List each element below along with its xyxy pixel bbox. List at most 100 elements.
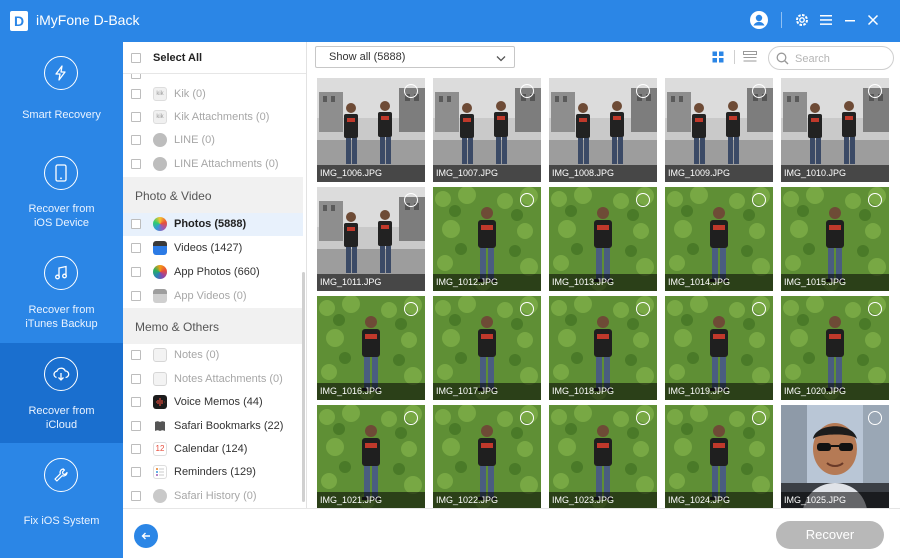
- category-row-videos[interactable]: Videos (1427): [123, 237, 303, 260]
- select-circle-icon[interactable]: [868, 302, 882, 316]
- photo-thumbnail[interactable]: IMG_1009.JPG: [665, 78, 773, 182]
- photo-thumbnail[interactable]: IMG_1021.JPG: [317, 405, 425, 508]
- category-row-app-videos[interactable]: App Videos (0): [123, 285, 303, 308]
- category-checkbox[interactable]: [131, 291, 141, 301]
- select-circle-icon[interactable]: [868, 411, 882, 425]
- category-row-notes[interactable]: Notes (0): [123, 344, 303, 367]
- category-row-kik[interactable]: kik Kik (0): [123, 83, 303, 106]
- photo-thumbnail[interactable]: IMG_1006.JPG: [317, 78, 425, 182]
- select-circle-icon[interactable]: [520, 302, 534, 316]
- photo-thumbnail[interactable]: IMG_1019.JPG: [665, 296, 773, 400]
- category-label: LINE Attachments (0): [174, 158, 279, 170]
- minimize-icon[interactable]: [839, 9, 861, 31]
- select-circle-icon[interactable]: [752, 411, 766, 425]
- chevron-down-icon: [496, 53, 506, 65]
- photo-thumbnail[interactable]: IMG_1015.JPG: [781, 187, 889, 291]
- category-checkbox[interactable]: [131, 374, 141, 384]
- photo-thumbnail[interactable]: IMG_1008.JPG: [549, 78, 657, 182]
- select-circle-icon[interactable]: [636, 193, 650, 207]
- photo-thumbnail[interactable]: IMG_1025.JPG: [781, 405, 889, 508]
- category-row-voice-memos[interactable]: Voice Memos (44): [123, 391, 303, 414]
- photo-thumbnail[interactable]: IMG_1023.JPG: [549, 405, 657, 508]
- select-circle-icon[interactable]: [868, 193, 882, 207]
- nav-fix-ios-system[interactable]: Fix iOS System: [0, 444, 123, 544]
- category-checkbox[interactable]: [131, 135, 141, 145]
- photo-thumbnail[interactable]: IMG_1017.JPG: [433, 296, 541, 400]
- select-circle-icon[interactable]: [404, 411, 418, 425]
- category-scrollbar[interactable]: [302, 272, 305, 502]
- category-checkbox[interactable]: [131, 491, 141, 501]
- list-view-icon[interactable]: [743, 51, 757, 66]
- photo-thumbnail[interactable]: IMG_1011.JPG: [317, 187, 425, 291]
- select-circle-icon[interactable]: [752, 193, 766, 207]
- select-circle-icon[interactable]: [520, 84, 534, 98]
- account-icon[interactable]: [748, 9, 770, 31]
- phone-icon: [44, 156, 78, 190]
- category-checkbox[interactable]: [131, 219, 141, 229]
- filter-dropdown[interactable]: Show all (5888): [315, 46, 515, 68]
- photo-thumbnail[interactable]: IMG_1007.JPG: [433, 78, 541, 182]
- category-row-calendar[interactable]: 12 Calendar (124): [123, 438, 303, 461]
- category-checkbox[interactable]: [131, 89, 141, 99]
- grid-view-icon[interactable]: [712, 51, 724, 66]
- category-row-app-photos[interactable]: App Photos (660): [123, 261, 303, 284]
- nav-label-text: Recover from iTunes Backup: [25, 304, 98, 330]
- select-circle-icon[interactable]: [520, 193, 534, 207]
- select-circle-icon[interactable]: [752, 84, 766, 98]
- settings-gear-icon[interactable]: [791, 9, 813, 31]
- category-checkbox[interactable]: [131, 350, 141, 360]
- search-box[interactable]: [768, 46, 894, 70]
- category-checkbox[interactable]: [131, 397, 141, 407]
- videos-icon: [153, 241, 167, 255]
- photo-thumbnail[interactable]: IMG_1010.JPG: [781, 78, 889, 182]
- safari-icon: [153, 489, 167, 503]
- nav-recover-icloud[interactable]: Recover from iCloud: [0, 343, 123, 443]
- select-circle-icon[interactable]: [868, 84, 882, 98]
- photo-thumbnail[interactable]: IMG_1014.JPG: [665, 187, 773, 291]
- nav-label: Recover from iCloud: [0, 404, 123, 432]
- photo-thumbnail[interactable]: IMG_1018.JPG: [549, 296, 657, 400]
- category-checkbox[interactable]: [131, 112, 141, 122]
- photo-filename: IMG_1025.JPG: [781, 492, 889, 508]
- category-row-safari-history[interactable]: Safari History (0): [123, 485, 303, 508]
- close-icon[interactable]: [862, 9, 884, 31]
- select-circle-icon[interactable]: [752, 302, 766, 316]
- select-circle-icon[interactable]: [636, 302, 650, 316]
- category-checkbox[interactable]: [131, 421, 141, 431]
- category-checkbox[interactable]: [131, 159, 141, 169]
- category-checkbox[interactable]: [131, 444, 141, 454]
- category-checkbox[interactable]: [131, 243, 141, 253]
- category-row-line-attachments[interactable]: LINE Attachments (0): [123, 153, 303, 176]
- select-circle-icon[interactable]: [636, 411, 650, 425]
- category-row-photos[interactable]: Photos (5888): [123, 213, 303, 236]
- category-row-line[interactable]: LINE (0): [123, 129, 303, 152]
- line-icon: [153, 157, 167, 171]
- search-input[interactable]: [795, 51, 885, 66]
- category-row-kik-attachments[interactable]: kik Kik Attachments (0): [123, 106, 303, 129]
- photo-thumbnail[interactable]: IMG_1020.JPG: [781, 296, 889, 400]
- select-all-checkbox[interactable]: [131, 53, 141, 63]
- select-all-row[interactable]: Select All: [123, 42, 306, 74]
- photo-thumbnail[interactable]: IMG_1024.JPG: [665, 405, 773, 508]
- nav-recover-itunes-backup[interactable]: Recover from iTunes Backup: [0, 242, 123, 342]
- category-row-reminders[interactable]: Reminders (129): [123, 461, 303, 484]
- nav-recover-ios-device[interactable]: Recover from iOS Device: [0, 142, 123, 242]
- photo-thumbnail[interactable]: IMG_1013.JPG: [549, 187, 657, 291]
- recover-button[interactable]: Recover: [776, 521, 884, 549]
- select-circle-icon[interactable]: [404, 84, 418, 98]
- back-button[interactable]: [134, 524, 158, 548]
- category-row-notes-attachments[interactable]: Notes Attachments (0): [123, 368, 303, 391]
- photo-thumbnail[interactable]: IMG_1016.JPG: [317, 296, 425, 400]
- nav-smart-recovery[interactable]: Smart Recovery: [0, 42, 123, 142]
- select-circle-icon[interactable]: [404, 302, 418, 316]
- photo-thumbnail[interactable]: IMG_1022.JPG: [433, 405, 541, 508]
- select-circle-icon[interactable]: [520, 411, 534, 425]
- select-circle-icon[interactable]: [404, 193, 418, 207]
- menu-icon[interactable]: [815, 9, 837, 31]
- photo-filename: IMG_1010.JPG: [781, 165, 889, 182]
- photo-thumbnail[interactable]: IMG_1012.JPG: [433, 187, 541, 291]
- category-checkbox[interactable]: [131, 267, 141, 277]
- category-checkbox[interactable]: [131, 467, 141, 477]
- select-circle-icon[interactable]: [636, 84, 650, 98]
- category-row-safari-bookmarks[interactable]: Safari Bookmarks (22): [123, 415, 303, 438]
